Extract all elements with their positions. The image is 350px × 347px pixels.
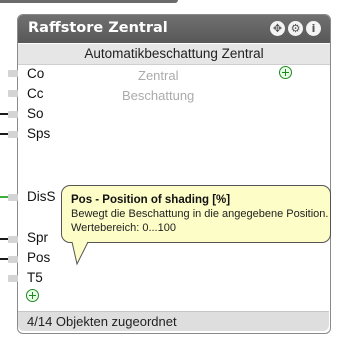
input-label-cc: Cc <box>27 86 44 101</box>
input-label-co: Co <box>27 66 45 81</box>
watermark-line-2: Beschattung <box>122 88 195 103</box>
settings-icon[interactable]: ⚙ <box>288 21 303 36</box>
tooltip-range: Wertebereich: 0...100 <box>71 222 176 234</box>
input-label-t5: T5 <box>27 270 43 285</box>
move-icon[interactable]: ✥ <box>270 21 285 36</box>
add-output-icon[interactable] <box>279 66 292 79</box>
input-line-diss[interactable] <box>0 196 8 198</box>
block-footer: 4/14 Objekten zugeordnet <box>18 311 329 331</box>
block-title: Raffstore Zentral <box>28 20 168 36</box>
input-connector-pos[interactable] <box>8 256 18 263</box>
watermark-line-1: Zentral <box>138 68 179 83</box>
input-connector-co[interactable] <box>8 70 18 77</box>
input-connector-diss[interactable] <box>8 194 18 201</box>
input-label-so: So <box>27 106 44 121</box>
adjacent-block-edge <box>0 0 178 3</box>
tooltip-description: Bewegt die Beschattung in die angegebene… <box>71 208 329 220</box>
input-connector-cc[interactable] <box>8 90 18 97</box>
function-block[interactable]: Raffstore Zentral ✥ ⚙ i Automatikbeschat… <box>17 14 331 334</box>
input-line-so[interactable] <box>0 113 8 115</box>
info-icon[interactable]: i <box>306 21 321 36</box>
tooltip-title: Pos - Position of shading [%] <box>71 194 231 206</box>
input-connector-sps[interactable] <box>8 131 18 138</box>
input-connector-t5[interactable] <box>8 275 18 282</box>
block-subheader: Automatikbeschattung Zentral <box>18 44 330 65</box>
block-titlebar[interactable]: Raffstore Zentral ✥ ⚙ i <box>18 15 330 43</box>
input-label-pos: Pos <box>27 250 51 265</box>
input-line-pos[interactable] <box>0 258 8 260</box>
input-label-diss: DisS <box>27 189 56 204</box>
tooltip: Pos - Position of shading [%] Bewegt die… <box>61 185 331 243</box>
input-connector-spr[interactable] <box>8 236 18 243</box>
input-line-sps[interactable] <box>0 133 8 135</box>
tooltip-pointer <box>71 241 89 266</box>
input-connector-so[interactable] <box>8 111 18 118</box>
input-line-spr[interactable] <box>0 238 8 240</box>
input-label-sps: Sps <box>27 126 51 141</box>
add-input-icon[interactable] <box>26 289 39 302</box>
input-label-spr: Spr <box>27 230 49 245</box>
